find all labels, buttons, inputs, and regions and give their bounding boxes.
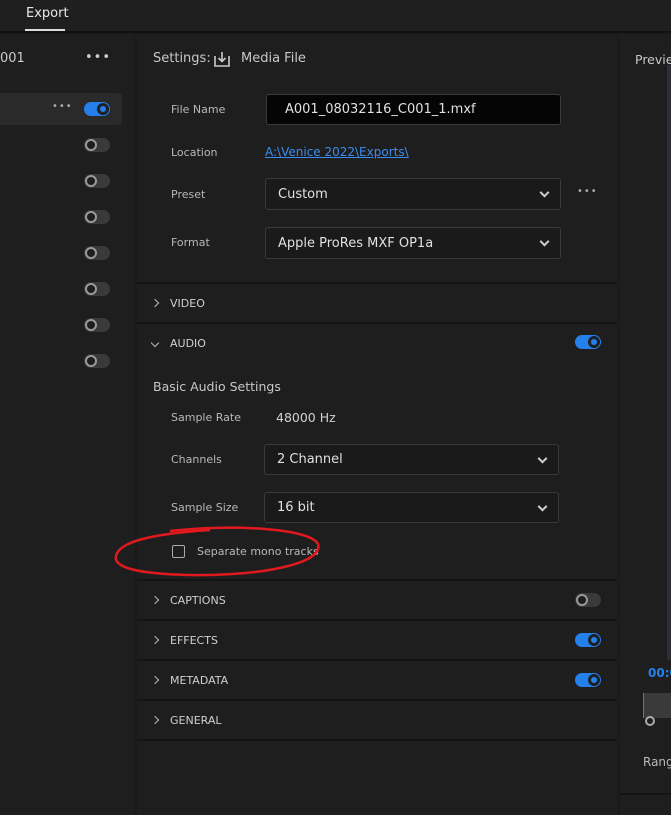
timeline-scrubber[interactable] xyxy=(643,693,671,718)
location-label: Location xyxy=(171,146,218,159)
queue-panel xyxy=(0,35,134,815)
queue-item-toggle[interactable] xyxy=(84,318,110,332)
preset-more-icon[interactable]: ••• xyxy=(577,186,598,197)
section-title: EFFECTS xyxy=(170,633,218,647)
preset-label: Preset xyxy=(171,188,206,201)
captions-toggle[interactable] xyxy=(575,593,601,607)
section-general[interactable]: GENERAL xyxy=(137,699,617,741)
audio-heading: Basic Audio Settings xyxy=(153,379,281,394)
range-label: Range xyxy=(643,755,671,769)
preset-dropdown[interactable]: Custom xyxy=(265,178,561,210)
effects-toggle[interactable] xyxy=(575,633,601,647)
channels-value: 2 Channel xyxy=(277,452,343,467)
item-more-icon[interactable]: ••• xyxy=(52,101,73,112)
channels-label: Channels xyxy=(171,453,222,466)
queue-item-toggle[interactable] xyxy=(84,354,110,368)
section-title: AUDIO xyxy=(170,336,206,350)
metadata-toggle[interactable] xyxy=(575,673,601,687)
playhead-handle[interactable] xyxy=(645,716,655,726)
annotation-circle xyxy=(114,526,320,577)
channels-dropdown[interactable]: 2 Channel xyxy=(264,444,559,475)
format-dropdown[interactable]: Apple ProRes MXF OP1a xyxy=(265,227,561,259)
chevron-down-icon xyxy=(539,187,550,198)
queue-item-toggle[interactable] xyxy=(84,102,110,116)
queue-item-toggle[interactable] xyxy=(84,174,110,188)
chevron-right-icon xyxy=(150,298,160,308)
section-video[interactable]: VIDEO xyxy=(137,282,617,322)
timecode[interactable]: 00:0 xyxy=(648,666,671,680)
sample-size-label: Sample Size xyxy=(171,501,239,514)
more-icon[interactable]: ••• xyxy=(85,50,111,65)
chevron-right-icon xyxy=(150,675,160,685)
chevron-right-icon xyxy=(150,635,160,645)
chevron-down-icon xyxy=(150,338,160,348)
format-value: Apple ProRes MXF OP1a xyxy=(278,235,434,251)
section-audio[interactable]: AUDIO xyxy=(137,322,617,362)
chevron-right-icon xyxy=(150,595,160,605)
settings-type: Media File xyxy=(241,51,306,66)
file-name-label: File Name xyxy=(171,103,226,116)
preview-title: Preview xyxy=(635,52,671,67)
download-icon xyxy=(214,52,230,67)
tab-export[interactable]: Export xyxy=(26,6,69,21)
section-title: METADATA xyxy=(170,673,229,687)
preset-value: Custom xyxy=(278,186,328,202)
section-metadata[interactable]: METADATA xyxy=(137,659,617,699)
queue-item-toggle[interactable] xyxy=(84,282,110,296)
section-title: GENERAL xyxy=(170,713,222,727)
tab-indicator xyxy=(25,29,65,31)
queue-item-toggle[interactable] xyxy=(84,246,110,260)
sample-rate-label: Sample Rate xyxy=(171,411,241,424)
preview-frame xyxy=(667,65,671,660)
chevron-down-icon xyxy=(537,453,548,464)
queue-item-toggle[interactable] xyxy=(84,138,110,152)
section-captions[interactable]: CAPTIONS xyxy=(137,579,617,619)
chevron-down-icon xyxy=(539,236,550,247)
divider xyxy=(620,793,671,795)
sample-rate-value: 48000 Hz xyxy=(276,410,336,425)
chevron-right-icon xyxy=(150,715,160,725)
sample-size-dropdown[interactable]: 16 bit xyxy=(264,492,559,523)
section-effects[interactable]: EFFECTS xyxy=(137,619,617,659)
file-name-input[interactable]: A001_08032116_C001_1.mxf xyxy=(266,94,561,125)
chevron-down-icon xyxy=(537,501,548,512)
format-label: Format xyxy=(171,236,210,249)
sample-size-value: 16 bit xyxy=(277,500,315,515)
section-title: VIDEO xyxy=(170,296,205,310)
location-link[interactable]: A:\Venice 2022\Exports\ xyxy=(265,145,409,159)
settings-label: Settings: xyxy=(153,51,211,66)
section-title: CAPTIONS xyxy=(170,593,226,607)
queue-item-toggle[interactable] xyxy=(84,210,110,224)
queue-title: 001 xyxy=(0,51,25,66)
top-bar xyxy=(0,0,671,33)
audio-toggle[interactable] xyxy=(575,335,601,349)
